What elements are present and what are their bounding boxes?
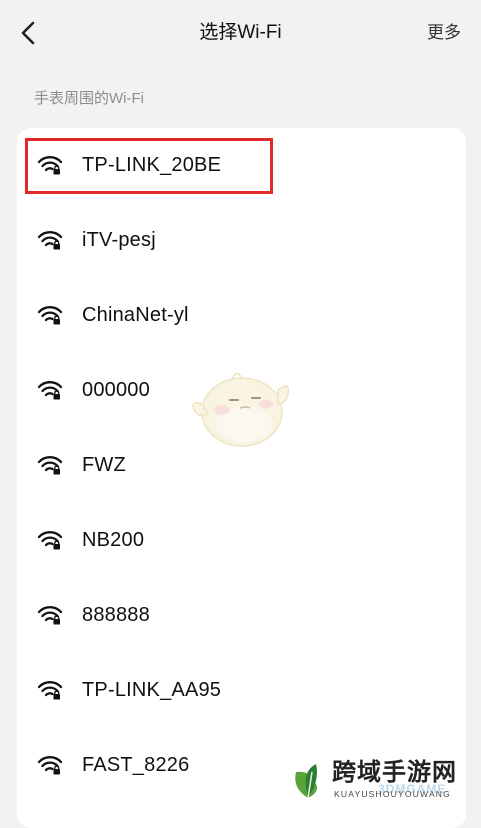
wifi-list-item[interactable]: 000000 bbox=[17, 353, 466, 428]
wifi-locked-icon bbox=[37, 756, 63, 775]
wifi-name: FWZ bbox=[82, 454, 126, 476]
top-bar: 选择Wi-Fi 更多 bbox=[0, 0, 481, 66]
wifi-name: 888888 bbox=[82, 604, 150, 626]
wifi-list-item[interactable]: NB200 bbox=[17, 503, 466, 578]
wifi-name: iTV-pesj bbox=[82, 229, 156, 251]
wifi-name: FAST_8226 bbox=[82, 754, 190, 776]
wifi-locked-icon bbox=[37, 456, 63, 475]
wifi-locked-icon bbox=[37, 306, 63, 325]
wifi-list-item[interactable]: FAST_8226 bbox=[17, 728, 466, 803]
wifi-locked-icon bbox=[37, 381, 63, 400]
wifi-name: 000000 bbox=[82, 379, 150, 401]
wifi-list-item[interactable]: ChinaNet-yl bbox=[17, 278, 466, 353]
wifi-locked-icon bbox=[37, 681, 63, 700]
more-button[interactable]: 更多 bbox=[427, 20, 461, 46]
wifi-list-item[interactable]: 888888 bbox=[17, 578, 466, 653]
wifi-locked-icon bbox=[37, 231, 63, 250]
wifi-locked-icon bbox=[37, 156, 63, 175]
wifi-locked-icon bbox=[37, 531, 63, 550]
wifi-list-card: TP-LINK_20BE iTV-pesj ChinaNet-yl 000000… bbox=[17, 128, 466, 828]
wifi-name: ChinaNet-yl bbox=[82, 304, 189, 326]
wifi-name: TP-LINK_AA95 bbox=[82, 679, 222, 701]
page-title: 选择Wi-Fi bbox=[199, 22, 282, 43]
section-label: 手表周围的Wi-Fi bbox=[34, 90, 144, 107]
wifi-list-item[interactable]: FWZ bbox=[17, 428, 466, 503]
wifi-list-item[interactable]: TP-LINK_20BE bbox=[17, 128, 466, 203]
wifi-locked-icon bbox=[37, 606, 63, 625]
wifi-name: TP-LINK_20BE bbox=[82, 154, 222, 176]
wifi-name: NB200 bbox=[82, 529, 145, 551]
wifi-list-item[interactable]: TP-LINK_AA95 bbox=[17, 653, 466, 728]
wifi-list-item[interactable]: iTV-pesj bbox=[17, 203, 466, 278]
